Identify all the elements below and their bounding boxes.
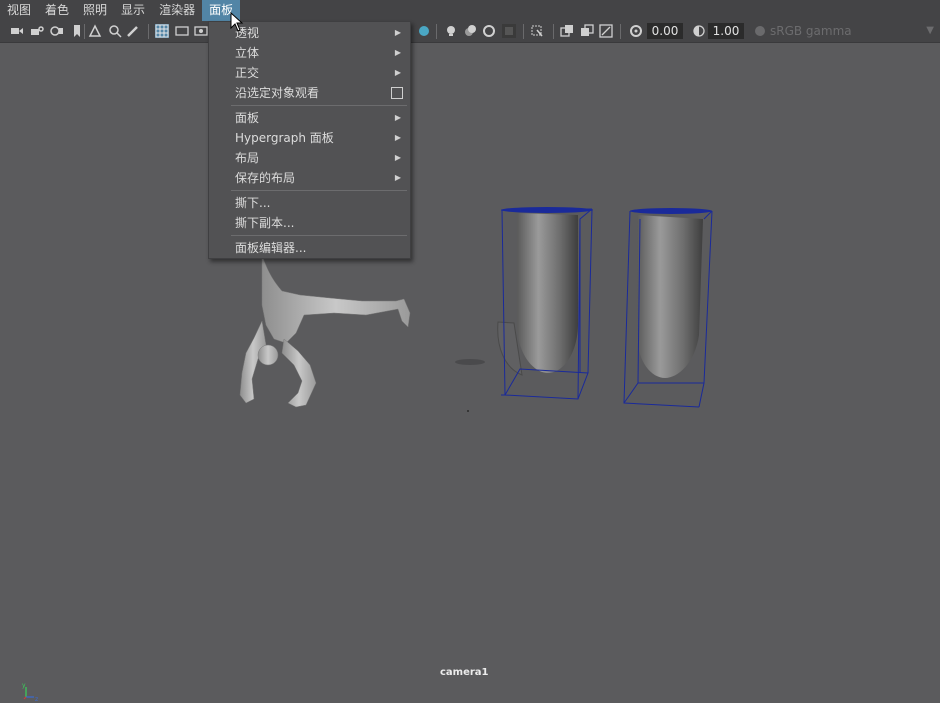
camera-name-label: camera1: [440, 667, 489, 678]
panel-toolbar: 0.00 1.00 sRGB gamma ▼: [0, 21, 940, 43]
chevron-right-icon: ▶: [394, 28, 401, 37]
menu-item-panel[interactable]: 面板 ▶: [209, 108, 410, 128]
mouse-cursor-icon: [230, 12, 244, 32]
menu-item-layouts[interactable]: 布局 ▶: [209, 148, 410, 168]
menu-renderer[interactable]: 渲染器: [152, 0, 202, 21]
xray-icon[interactable]: [530, 24, 544, 38]
scene-render: [239, 207, 713, 412]
menu-item-tear-off-copy[interactable]: 撕下副本...: [209, 213, 410, 233]
resolution-gate-icon[interactable]: [194, 24, 208, 38]
menu-item-label: 正交: [235, 66, 260, 80]
menu-item-label: 撕下副本...: [235, 216, 295, 230]
menu-item-tear-off[interactable]: 撕下...: [209, 193, 410, 213]
menu-divider: [231, 235, 407, 236]
menu-item-label: 保存的布局: [235, 171, 296, 185]
menu-lighting[interactable]: 照明: [76, 0, 114, 21]
isolate-select-icon[interactable]: [502, 24, 516, 38]
axis-z-label: z: [35, 696, 38, 703]
exposure-field[interactable]: 0.00: [647, 23, 683, 39]
option-box-icon[interactable]: [391, 87, 403, 99]
menu-view[interactable]: 视图: [0, 0, 38, 21]
xray-active-icon[interactable]: [560, 24, 574, 38]
menu-item-label: 撕下...: [235, 196, 271, 210]
2d-pan-zoom-icon[interactable]: [108, 24, 122, 38]
menu-item-look-through-selected[interactable]: 沿选定对象观看: [209, 83, 410, 103]
lock-camera-icon[interactable]: [30, 24, 44, 38]
chevron-right-icon: ▶: [394, 68, 401, 77]
capsule-object-2: [623, 208, 713, 408]
menu-item-label: 沿选定对象观看: [235, 86, 320, 100]
menu-item-label: 面板编辑器...: [235, 241, 307, 255]
grease-pencil-icon[interactable]: [126, 24, 140, 38]
character-model: [239, 254, 411, 408]
panel-menubar: 视图 着色 照明 显示 渲染器 面板: [0, 0, 940, 21]
view-transform-dropdown[interactable]: sRGB gamma ▼: [770, 23, 940, 39]
chevron-right-icon: ▶: [394, 113, 401, 122]
capsule-object-1: [497, 207, 593, 400]
xray-joints-icon[interactable]: [580, 24, 594, 38]
chevron-right-icon: ▶: [394, 133, 401, 142]
menu-item-stereo[interactable]: 立体 ▶: [209, 43, 410, 63]
camera-attributes-icon[interactable]: [50, 24, 64, 38]
use-default-light-icon[interactable]: [444, 24, 458, 38]
chevron-right-icon: ▶: [394, 153, 401, 162]
menu-divider: [231, 190, 407, 191]
film-gate-icon[interactable]: [175, 24, 189, 38]
color-management-icon[interactable]: [753, 24, 767, 38]
ambient-occlusion-icon[interactable]: [482, 24, 496, 38]
menu-show[interactable]: 显示: [114, 0, 152, 21]
image-plane-icon[interactable]: [88, 24, 102, 38]
chevron-right-icon: ▶: [394, 173, 401, 182]
gamma-field[interactable]: 1.00: [708, 23, 744, 39]
grid-icon[interactable]: [155, 24, 169, 38]
menu-item-saved-layouts[interactable]: 保存的布局 ▶: [209, 168, 410, 188]
chevron-right-icon: ▶: [394, 48, 401, 57]
axis-gizmo-icon: y z: [22, 682, 38, 703]
menu-item-hypergraph-panel[interactable]: Hypergraph 面板 ▶: [209, 128, 410, 148]
menu-item-panel-editor[interactable]: 面板编辑器...: [209, 238, 410, 258]
exposure-icon[interactable]: [629, 24, 643, 38]
menu-item-label: Hypergraph 面板: [235, 131, 334, 145]
menu-item-label: 布局: [235, 151, 260, 165]
menu-item-orthographic[interactable]: 正交 ▶: [209, 63, 410, 83]
shadows-icon[interactable]: [463, 24, 477, 38]
gamma-icon[interactable]: [692, 24, 706, 38]
menu-divider: [231, 105, 407, 106]
backface-culling-icon[interactable]: [599, 24, 613, 38]
menu-shading[interactable]: 着色: [38, 0, 76, 21]
shaded-icon[interactable]: [416, 24, 430, 38]
chevron-down-icon: ▼: [926, 25, 934, 36]
menu-item-label: 面板: [235, 111, 260, 125]
panels-dropdown-menu: 透视 ▶ 立体 ▶ 正交 ▶ 沿选定对象观看 面板 ▶ Hypergraph 面…: [208, 21, 411, 259]
bookmark-icon[interactable]: [70, 24, 84, 38]
menu-item-label: 立体: [235, 46, 260, 60]
camera-icon[interactable]: [10, 24, 24, 38]
viewport-3d[interactable]: y z: [0, 43, 940, 703]
view-transform-label: sRGB gamma: [770, 24, 852, 38]
